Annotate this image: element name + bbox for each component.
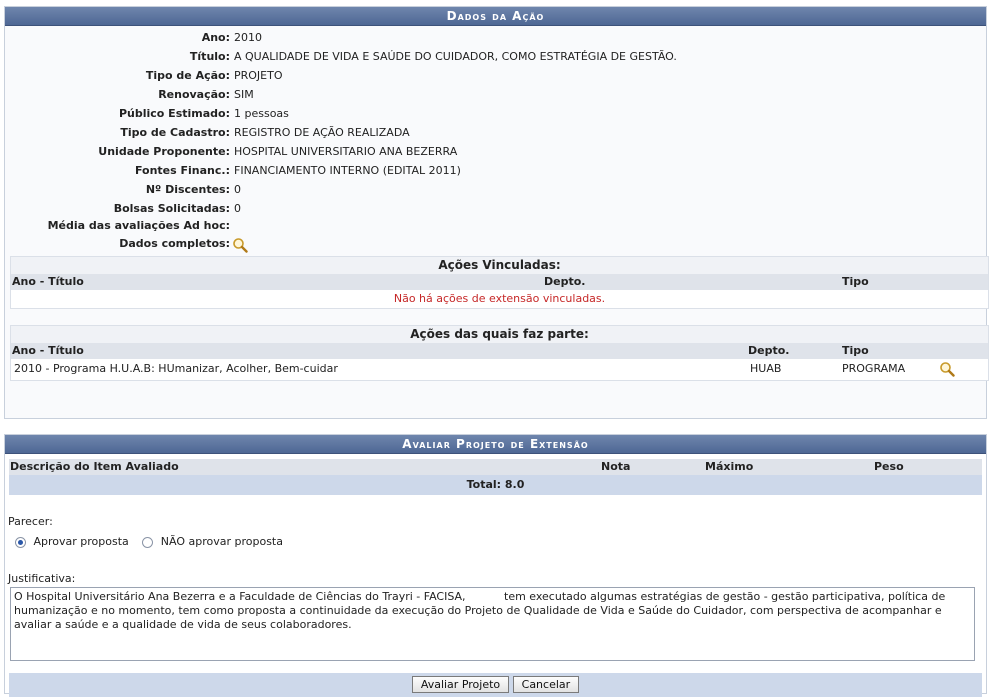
items-table-header: Descrição do Item Avaliado Nota Máximo P…	[9, 459, 982, 475]
field-ano: Ano: 2010	[5, 28, 986, 47]
field-unidade: Unidade Proponente: HOSPITAL UNIVERSITAR…	[5, 142, 986, 161]
field-tipo-acao: Tipo de Ação: PROJETO	[5, 66, 986, 85]
magnifier-icon[interactable]	[939, 361, 955, 377]
field-media-adhoc: Média das avaliações Ad hoc:	[5, 216, 986, 235]
acoes-faz-parte-table: Ações das quais faz parte: Ano - Título …	[10, 325, 989, 381]
field-label: Dados completos:	[119, 237, 230, 250]
view-programa-button[interactable]	[939, 361, 955, 377]
acoes-faz-parte-caption: Ações das quais faz parte:	[11, 326, 988, 343]
radio-aprovar-label[interactable]: Aprovar proposta	[34, 535, 129, 548]
table-header: Ano - Título Depto. Tipo	[11, 343, 988, 359]
field-renovacao: Renovação: SIM	[5, 85, 986, 104]
col-tipo: Tipo	[842, 344, 869, 357]
field-label: Fontes Financ.:	[134, 164, 230, 177]
col-maximo: Máximo	[705, 460, 754, 473]
acoes-vinculadas-caption: Ações Vinculadas:	[11, 257, 988, 274]
total-row: Total: 8.0	[9, 475, 982, 495]
field-dados-completos: Dados completos:	[5, 234, 986, 253]
col-depto: Depto.	[544, 275, 586, 288]
field-label: Título:	[189, 50, 230, 63]
field-value: REGISTRO DE AÇÃO REALIZADA	[234, 126, 410, 139]
field-value: 0	[234, 183, 241, 196]
justificativa-label: Justificativa:	[8, 572, 76, 585]
empty-message: Não há ações de extensão vinculadas.	[393, 292, 606, 305]
field-label: Ano:	[201, 31, 230, 44]
field-label: Média das avaliações Ad hoc:	[47, 219, 230, 232]
field-label: Público Estimado:	[118, 107, 230, 120]
field-value: A QUALIDADE DE VIDA E SAÚDE DO CUIDADOR,…	[234, 50, 677, 63]
field-value: 2010	[234, 31, 262, 44]
radio-nao-aprovar-label[interactable]: NÃO aprovar proposta	[161, 535, 283, 548]
row-tipo: PROGRAMA	[842, 362, 906, 375]
table-row: 2010 - Programa H.U.A.B: HUmanizar, Acol…	[11, 359, 988, 379]
avaliar-header: Avaliar Projeto de Extensão	[5, 435, 986, 454]
cancelar-button[interactable]: Cancelar	[512, 676, 580, 693]
field-value: FINANCIAMENTO INTERNO (EDITAL 2011)	[234, 164, 461, 177]
parecer-options: Aprovar proposta NÃO aprovar proposta	[15, 535, 283, 548]
dados-acao-header: Dados da Ação	[5, 7, 986, 26]
col-tipo: Tipo	[842, 275, 869, 288]
col-descricao: Descrição do Item Avaliado	[10, 460, 179, 473]
magnifier-icon[interactable]	[232, 237, 248, 253]
col-peso: Peso	[874, 460, 904, 473]
field-discentes: Nº Discentes: 0	[5, 180, 986, 199]
form-footer: Avaliar Projeto Cancelar	[9, 673, 982, 697]
field-label: Tipo de Ação:	[145, 69, 230, 82]
field-value: 1 pessoas	[234, 107, 289, 120]
avaliar-panel: Avaliar Projeto de Extensão Descrição do…	[4, 434, 987, 697]
field-value: PROJETO	[234, 69, 283, 82]
field-tipo-cadastro: Tipo de Cadastro: REGISTRO DE AÇÃO REALI…	[5, 123, 986, 142]
table-header: Ano - Título Depto. Tipo	[11, 274, 988, 290]
radio-aprovar[interactable]	[15, 536, 26, 548]
avaliar-projeto-button[interactable]: Avaliar Projeto	[411, 676, 510, 693]
col-ano-titulo: Ano - Título	[12, 344, 84, 357]
field-fontes: Fontes Financ.: FINANCIAMENTO INTERNO (E…	[5, 161, 986, 180]
field-value: SIM	[234, 88, 254, 101]
acoes-vinculadas-table: Ações Vinculadas: Ano - Título Depto. Ti…	[10, 256, 989, 309]
row-depto: HUAB	[750, 362, 782, 375]
radio-nao-aprovar[interactable]	[142, 536, 154, 548]
col-depto: Depto.	[748, 344, 790, 357]
dados-acao-panel: Dados da Ação Ano: 2010 Título: A QUALID…	[4, 6, 989, 419]
field-value: HOSPITAL UNIVERSITARIO ANA BEZERRA	[234, 145, 458, 158]
justificativa-textarea[interactable]: O Hospital Universitário Ana Bezerra e a…	[10, 587, 975, 661]
dados-completos-link[interactable]	[232, 235, 248, 254]
field-label: Renovação:	[158, 88, 230, 101]
col-ano-titulo: Ano - Título	[12, 275, 84, 288]
field-label: Tipo de Cadastro:	[120, 126, 230, 139]
field-titulo: Título: A QUALIDADE DE VIDA E SAÚDE DO C…	[5, 47, 986, 66]
row-titulo: 2010 - Programa H.U.A.B: HUmanizar, Acol…	[14, 362, 338, 375]
field-publico: Público Estimado: 1 pessoas	[5, 104, 986, 123]
parecer-label: Parecer:	[8, 515, 53, 528]
field-label: Unidade Proponente:	[98, 145, 230, 158]
field-label: Nº Discentes:	[145, 183, 230, 196]
col-nota: Nota	[601, 460, 631, 473]
